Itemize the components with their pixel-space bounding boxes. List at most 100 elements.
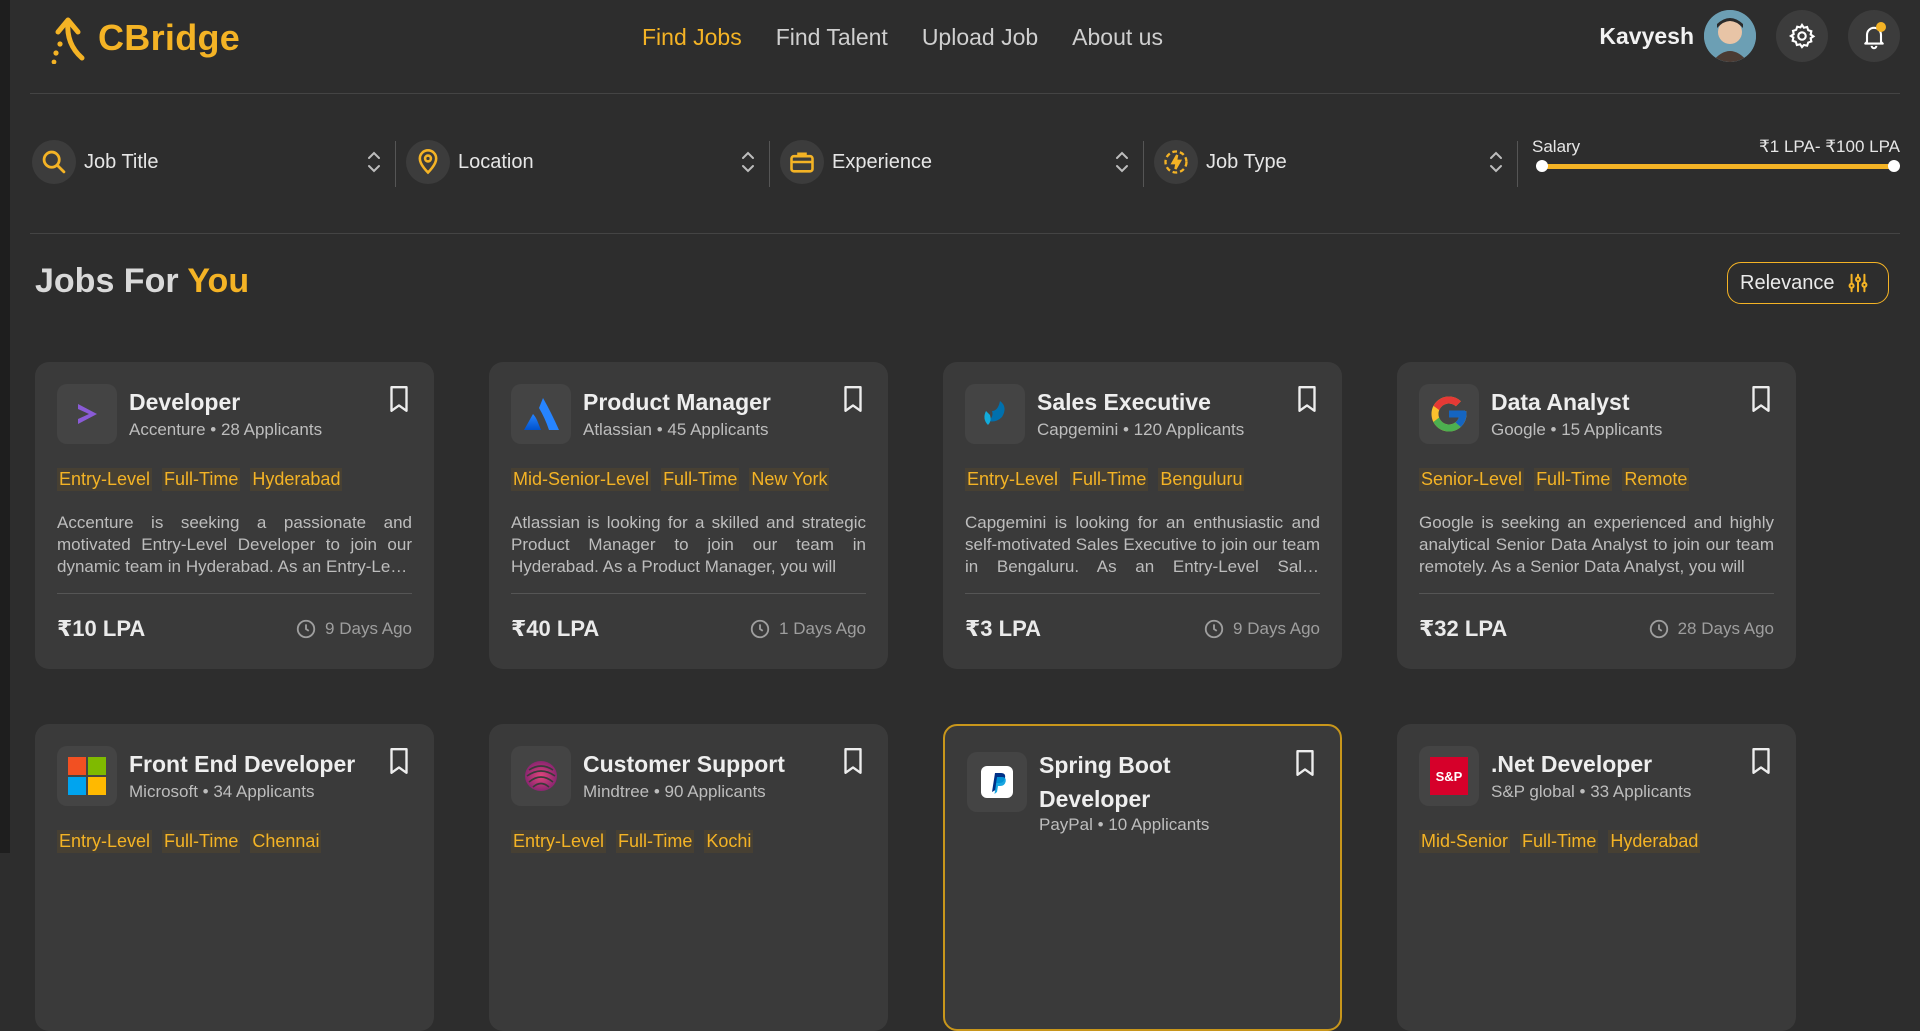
user-area: Kavyesh bbox=[1599, 10, 1900, 62]
capgemini-spade-icon bbox=[984, 401, 1005, 425]
job-company-applicants: Capgemini • 120 Applicants bbox=[1037, 420, 1245, 439]
bookmark-icon[interactable] bbox=[1748, 384, 1774, 414]
brand-name: CBridge bbox=[98, 17, 241, 58]
filter-divider bbox=[769, 141, 770, 187]
job-title[interactable]: Developer bbox=[129, 386, 369, 419]
tag-level: Entry-Level bbox=[57, 468, 153, 491]
tag-level: Entry-Level bbox=[965, 468, 1061, 491]
job-type-filter[interactable]: Job Type bbox=[1154, 139, 1504, 185]
job-title-label: Job Title bbox=[84, 150, 159, 173]
job-title[interactable]: Customer Support bbox=[583, 748, 823, 781]
section-title: Jobs For You bbox=[35, 262, 249, 301]
mindtree-swirl-icon bbox=[525, 761, 557, 791]
experience-icon-wrap bbox=[780, 140, 824, 184]
job-description: Google is seeking an experienced and hig… bbox=[1419, 513, 1774, 576]
job-title-filter[interactable]: Job Title bbox=[32, 139, 382, 185]
job-description: Capgemini is looking for an enthusiastic… bbox=[965, 513, 1320, 576]
job-posted: 9 Days Ago bbox=[1203, 618, 1320, 640]
bookmark-icon[interactable] bbox=[1748, 746, 1774, 776]
job-card-selected[interactable]: Spring Boot Developer PayPal • 10 Applic… bbox=[943, 724, 1342, 1031]
main-nav: Find Jobs Find Talent Upload Job About u… bbox=[642, 24, 1163, 51]
job-card[interactable]: Data Analyst Google • 15 Applicants Seni… bbox=[1397, 362, 1796, 669]
filter-bar: Job Title Location Experience Job Type S… bbox=[30, 93, 1900, 234]
nav-find-jobs[interactable]: Find Jobs bbox=[642, 24, 742, 51]
tag-level: Senior-Level bbox=[1419, 468, 1525, 491]
briefcase-icon bbox=[790, 152, 814, 173]
location-filter[interactable]: Location bbox=[406, 139, 756, 185]
job-tags: Entry-Level Full-Time Kochi bbox=[511, 830, 754, 853]
notifications-button[interactable] bbox=[1848, 10, 1900, 62]
job-salary: ₹3 LPA bbox=[965, 616, 1042, 641]
job-title[interactable]: .Net Developer bbox=[1491, 748, 1731, 781]
nav-find-talent[interactable]: Find Talent bbox=[776, 24, 888, 51]
tag-type: Full-Time bbox=[1534, 468, 1613, 491]
job-tags: Senior-Level Full-Time Remote bbox=[1419, 468, 1690, 491]
gear-icon bbox=[1788, 22, 1816, 49]
recent-flash-icon bbox=[1164, 150, 1188, 174]
bookmark-icon[interactable] bbox=[840, 746, 866, 776]
sort-relevance-button[interactable]: Relevance bbox=[1727, 262, 1889, 304]
job-type-label: Job Type bbox=[1206, 150, 1287, 173]
job-card[interactable]: Developer Accenture • 28 Applicants Entr… bbox=[35, 362, 434, 669]
job-posted: 1 Days Ago bbox=[749, 618, 866, 640]
user-name[interactable]: Kavyesh bbox=[1599, 23, 1694, 50]
tag-location: Hyderabad bbox=[250, 468, 343, 491]
brand-logo[interactable]: CBridge bbox=[48, 12, 240, 64]
settings-button[interactable] bbox=[1776, 10, 1828, 62]
job-posted: 9 Days Ago bbox=[295, 618, 412, 640]
nav-about-us[interactable]: About us bbox=[1072, 24, 1163, 51]
salary-slider-track[interactable] bbox=[1540, 164, 1894, 169]
experience-filter[interactable]: Experience bbox=[780, 139, 1130, 185]
job-description: Atlassian is looking for a skilled and s… bbox=[511, 513, 866, 576]
salary-min-handle[interactable] bbox=[1536, 160, 1548, 172]
job-title[interactable]: Sales Executive bbox=[1037, 386, 1277, 419]
job-title[interactable]: Front End Developer bbox=[129, 748, 369, 781]
clock-icon bbox=[1204, 619, 1224, 639]
paypal-logo bbox=[967, 752, 1027, 812]
microsoft-logo bbox=[57, 746, 117, 806]
bookmark-icon[interactable] bbox=[1292, 748, 1318, 778]
bookmark-icon[interactable] bbox=[1294, 384, 1320, 414]
section-title-main: Jobs For bbox=[35, 262, 188, 300]
chevron-updown-icon bbox=[1490, 151, 1502, 173]
avatar[interactable] bbox=[1704, 10, 1756, 62]
card-divider bbox=[1419, 593, 1774, 594]
tag-type: Full-Time bbox=[1070, 468, 1149, 491]
job-title[interactable]: Product Manager bbox=[583, 386, 823, 419]
job-company-applicants: PayPal • 10 Applicants bbox=[1039, 815, 1210, 834]
job-card[interactable]: Front End Developer Microsoft • 34 Appli… bbox=[35, 724, 434, 1031]
job-card[interactable]: Sales Executive Capgemini • 120 Applican… bbox=[943, 362, 1342, 669]
top-header: CBridge Find Jobs Find Talent Upload Job… bbox=[30, 0, 1900, 94]
location-icon-wrap bbox=[406, 140, 450, 184]
job-title[interactable]: Spring Boot Developer bbox=[1039, 748, 1279, 816]
salary-range-value: ₹1 LPA- ₹100 LPA bbox=[1758, 137, 1900, 156]
mindtree-logo bbox=[511, 746, 571, 806]
location-label: Location bbox=[458, 150, 534, 173]
filter-divider bbox=[1143, 141, 1144, 187]
bookmark-icon[interactable] bbox=[840, 384, 866, 414]
tag-type: Full-Time bbox=[661, 468, 740, 491]
job-card[interactable]: S&P .Net Developer S&P global • 33 Appli… bbox=[1397, 724, 1796, 1031]
job-tags: Mid-Senior Full-Time Hyderabad bbox=[1419, 830, 1701, 853]
job-card[interactable]: Customer Support Mindtree • 90 Applicant… bbox=[489, 724, 888, 1031]
tag-location: Kochi bbox=[704, 830, 754, 853]
sp-global-logo: S&P bbox=[1419, 746, 1479, 806]
job-posted: 28 Days Ago bbox=[1648, 618, 1774, 640]
salary-max-handle[interactable] bbox=[1888, 160, 1900, 172]
accenture-chevron-icon bbox=[78, 404, 97, 424]
tag-location: Chennai bbox=[250, 830, 322, 853]
sp-global-mark-icon: S&P bbox=[1430, 757, 1468, 795]
card-divider bbox=[57, 593, 412, 594]
left-edge bbox=[0, 0, 10, 853]
experience-label: Experience bbox=[832, 150, 933, 173]
job-tags: Entry-Level Full-Time Benguluru bbox=[965, 468, 1245, 491]
job-title[interactable]: Data Analyst bbox=[1491, 386, 1731, 419]
filter-divider bbox=[1517, 141, 1518, 187]
bookmark-icon[interactable] bbox=[386, 384, 412, 414]
bookmark-icon[interactable] bbox=[386, 746, 412, 776]
job-card[interactable]: Product Manager Atlassian • 45 Applicant… bbox=[489, 362, 888, 669]
nav-upload-job[interactable]: Upload Job bbox=[922, 24, 1038, 51]
salary-filter: Salary ₹1 LPA- ₹100 LPA bbox=[1532, 137, 1900, 172]
clock-icon bbox=[750, 619, 770, 639]
atlassian-logo bbox=[511, 384, 571, 444]
